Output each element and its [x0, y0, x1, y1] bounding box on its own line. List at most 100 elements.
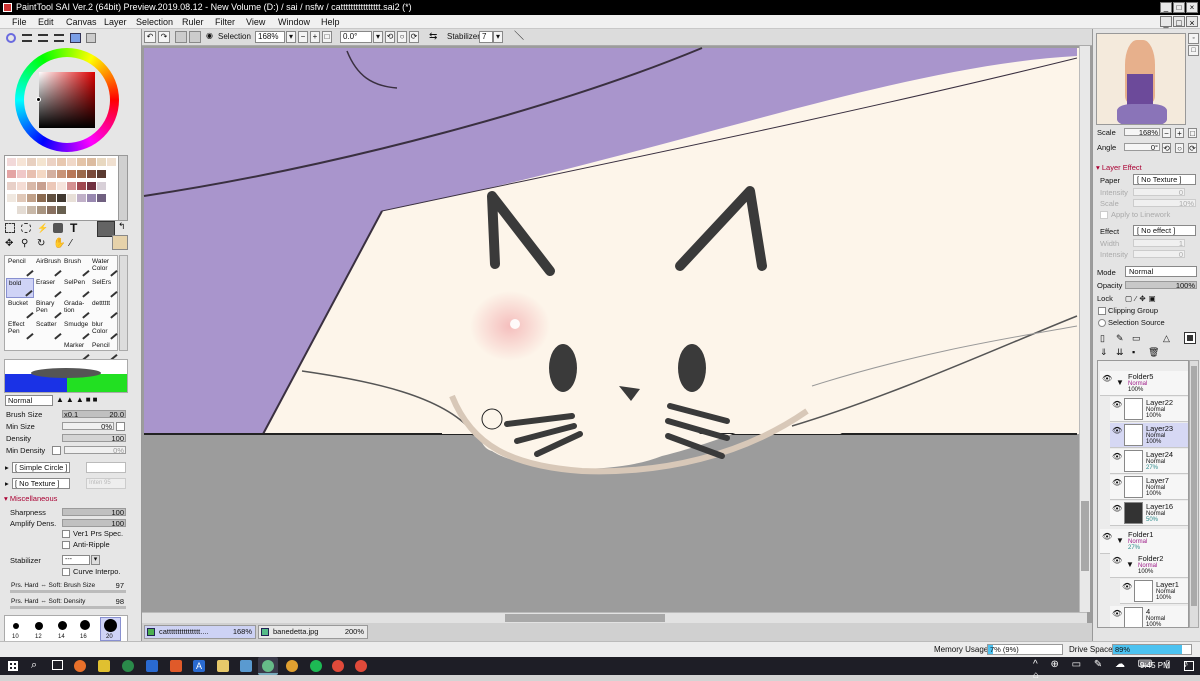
visibility-eye-icon[interactable]: 👁 — [1112, 478, 1122, 487]
edge-icon[interactable] — [122, 660, 134, 672]
brush-shape-strength[interactable] — [86, 462, 126, 473]
color-swatch[interactable] — [107, 170, 116, 178]
tool-grada-tion[interactable]: Grada- tion — [62, 299, 90, 319]
navigator-zoom-in-button[interactable]: + — [1175, 128, 1184, 138]
color-swatch[interactable] — [7, 170, 16, 178]
color-swatch[interactable] — [47, 158, 56, 166]
task-view-icon[interactable] — [52, 660, 63, 670]
text-tool-icon[interactable]: T — [70, 221, 77, 235]
zoom-dropdown-button[interactable]: ▾ — [286, 31, 296, 43]
tool-grid-scrollbar[interactable] — [119, 255, 128, 351]
explorer-icon[interactable] — [98, 660, 110, 672]
tool-smudge[interactable]: Smudge — [62, 320, 90, 340]
color-swatch[interactable] — [7, 158, 16, 166]
tool-detttttt[interactable]: detttttt — [90, 299, 118, 319]
color-swatch[interactable] — [7, 194, 16, 202]
color-swatch[interactable] — [67, 206, 76, 214]
visibility-eye-icon[interactable]: 👁 — [1102, 374, 1112, 383]
tool-water-color[interactable]: Water Color — [90, 257, 118, 277]
color-swatch[interactable] — [97, 182, 106, 190]
brush-stabilizer-select[interactable]: --- — [62, 555, 90, 565]
color-swatch[interactable] — [57, 206, 66, 214]
misc-header[interactable]: ▾ Miscellaneous — [4, 494, 57, 503]
mail-icon[interactable] — [146, 660, 158, 672]
flip-icon[interactable]: ⇆ — [429, 31, 437, 43]
folder-expand-icon[interactable]: ▼ — [1116, 378, 1124, 387]
apply-linework-checkbox[interactable] — [1100, 211, 1108, 219]
clear-layer-icon[interactable]: ▪ — [1132, 347, 1135, 357]
zoom-icon[interactable]: ⚲ — [21, 238, 28, 249]
zoom-reset-button[interactable]: □ — [322, 31, 332, 43]
layer-folder-row[interactable]: 👁 ▼ Folder1 Normal 27% — [1100, 529, 1188, 554]
redo-button[interactable]: ↷ — [158, 31, 170, 43]
color-swatch[interactable] — [27, 170, 36, 178]
doc-restore-button[interactable]: □ — [1173, 16, 1185, 28]
min-size-pressure-toggle[interactable] — [116, 422, 125, 431]
app-a-icon[interactable]: A — [193, 660, 205, 672]
eye-icon[interactable]: ◉ — [205, 31, 214, 43]
color-swatch[interactable] — [67, 170, 76, 178]
tool-marker[interactable]: Marker — [62, 341, 90, 361]
curve-checkbox[interactable] — [62, 568, 70, 576]
zoom-out-button[interactable]: − — [298, 31, 308, 43]
lasso-icon[interactable] — [21, 223, 31, 233]
hsv-slider-icon[interactable] — [38, 34, 48, 42]
layer-list-scroll-thumb[interactable] — [1191, 366, 1197, 606]
spotify-icon[interactable] — [310, 660, 322, 672]
color-swatch[interactable] — [57, 170, 66, 178]
swatch-grid-icon[interactable] — [70, 33, 81, 43]
vscroll-thumb[interactable] — [1081, 501, 1089, 571]
size-preset-20[interactable] — [104, 619, 117, 632]
color-swatch[interactable] — [67, 182, 76, 190]
layer-row[interactable]: 👁 Layer1 Normal 100% — [1120, 579, 1188, 604]
tool-empty-17[interactable] — [34, 341, 62, 361]
color-swatch[interactable] — [27, 158, 36, 166]
tool-airbrush[interactable]: AirBrush — [34, 257, 62, 277]
hand-icon[interactable]: ✋ — [53, 238, 65, 249]
color-swatch[interactable] — [17, 194, 26, 202]
close-button[interactable]: × — [1186, 2, 1198, 13]
effect-select[interactable]: [ No effect ] — [1133, 225, 1196, 236]
tool-empty-16[interactable] — [6, 341, 34, 361]
canvas-area[interactable] — [142, 46, 1092, 623]
delete-layer-icon[interactable]: 🗑 — [1148, 347, 1159, 358]
color-swatch[interactable] — [47, 170, 56, 178]
color-swatch[interactable] — [97, 170, 106, 178]
minimize-button[interactable]: _ — [1160, 2, 1172, 13]
layer-list-scrollbar[interactable] — [1189, 360, 1199, 628]
color-swatch[interactable] — [77, 182, 86, 190]
canvas-vertical-scrollbar[interactable] — [1079, 46, 1090, 612]
angle-field[interactable]: 0.0° — [340, 31, 372, 43]
doc-minimize-button[interactable]: _ — [1160, 16, 1172, 28]
select-pen-icon[interactable] — [53, 223, 63, 233]
color-swatch[interactable] — [77, 206, 86, 214]
visibility-eye-icon[interactable]: 👁 — [1102, 532, 1112, 541]
navigator-dock-button[interactable]: □ — [1188, 45, 1199, 56]
rotate-icon[interactable]: ↻ — [37, 238, 45, 249]
swap-colors-icon[interactable]: ↰ — [118, 221, 126, 232]
color-swatch[interactable] — [97, 194, 106, 202]
color-swatch[interactable] — [77, 170, 86, 178]
color-swatch[interactable] — [37, 194, 46, 202]
doc-tab-banedetta[interactable]: banedetta.jpg 200% — [258, 625, 368, 639]
magic-wand-icon[interactable]: ⚡ — [37, 223, 48, 233]
scratchpad-icon[interactable] — [86, 33, 96, 43]
tool-bucket[interactable]: Bucket — [6, 299, 34, 319]
mixer-icon[interactable] — [54, 34, 64, 42]
color-swatch[interactable] — [37, 182, 46, 190]
navigator-zoom-reset-button[interactable]: □ — [1188, 128, 1197, 138]
sai-icon[interactable] — [262, 660, 274, 672]
size-preset-10[interactable] — [13, 623, 19, 629]
color-swatch[interactable] — [37, 170, 46, 178]
color-swatch[interactable] — [57, 182, 66, 190]
canvas-artwork[interactable] — [142, 46, 1092, 623]
tool-binary-pen[interactable]: Binary Pen — [34, 299, 62, 319]
visibility-eye-icon[interactable]: 👁 — [1112, 609, 1122, 618]
start-icon[interactable] — [8, 661, 18, 671]
color-swatch[interactable] — [27, 182, 36, 190]
deselect-button[interactable] — [175, 31, 187, 43]
stabilizer-dropdown-button[interactable]: ▾ — [493, 31, 503, 43]
layer-row[interactable]: 👁 Layer16 Normal 50% — [1110, 501, 1188, 526]
color-swatch[interactable] — [17, 182, 26, 190]
color-swatch[interactable] — [77, 158, 86, 166]
